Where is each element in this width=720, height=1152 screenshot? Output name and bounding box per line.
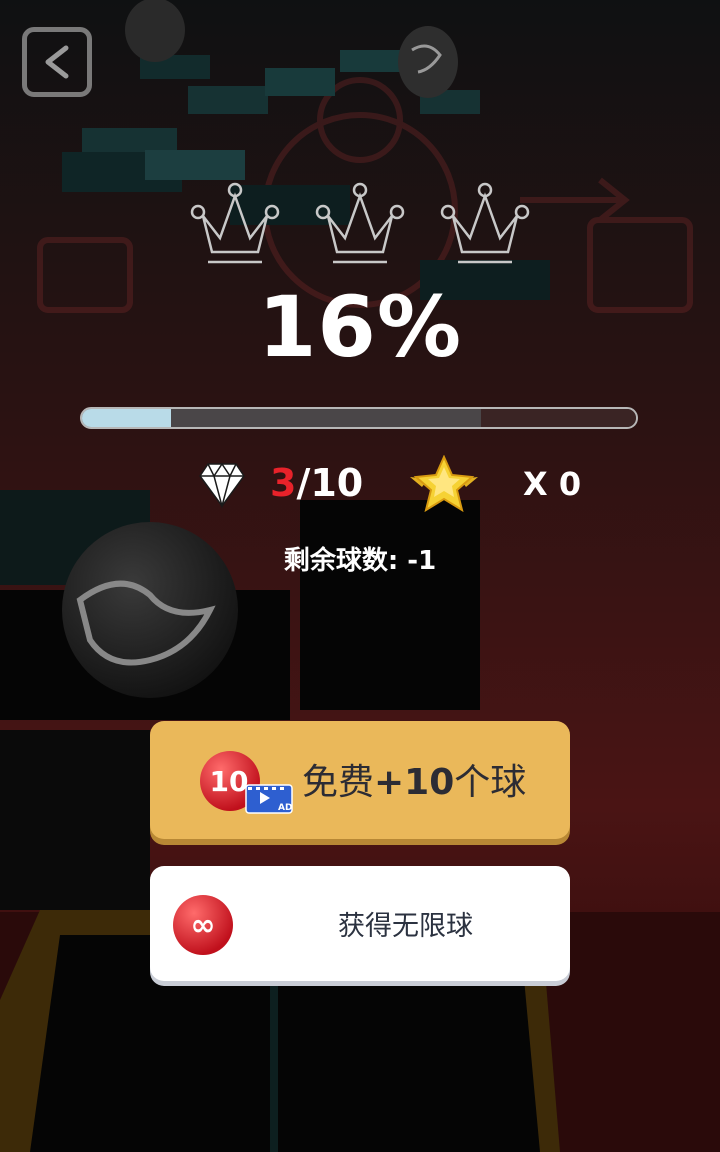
infinity-symbol: ∞ [191, 908, 216, 943]
unlimited-button-label: 获得无限球 [338, 911, 473, 942]
back-button[interactable] [22, 27, 92, 97]
free-prefix: 免费 [302, 762, 375, 803]
remaining-balls-text: 剩余球数: -1 [283, 546, 437, 576]
star-counter: X 0 [523, 465, 582, 503]
free-suffix: 个球 [454, 762, 527, 803]
progress-percent: 16% [257, 278, 463, 376]
free-amount: +10 [374, 762, 455, 803]
video-ad-icon: 10 AD [200, 751, 293, 814]
progress-bar-remaining [480, 409, 636, 427]
gem-counter: 3/10 [270, 461, 363, 505]
unlimited-balls-button[interactable]: ∞ 获得无限球 [150, 866, 570, 981]
free-button-label: 免费+10个球 [302, 753, 526, 805]
free-10-balls-button[interactable]: 10 AD 免费+10个球 [150, 721, 570, 839]
crown-rating [0, 182, 720, 272]
progress-bar [80, 407, 638, 429]
stats-row: 3/10 X 0 [0, 455, 720, 515]
diamond-icon [199, 462, 245, 509]
crown-outline-icon [190, 182, 280, 264]
back-arrow-icon [45, 45, 69, 79]
crown-outline-icon [440, 182, 530, 264]
ad-label: AD [278, 803, 292, 813]
gem-current: 3 [270, 461, 297, 505]
progress-bar-fill [82, 409, 171, 427]
free-badge-text: 10 [210, 765, 249, 798]
star-icon [410, 455, 478, 513]
infinity-icon: ∞ [173, 895, 233, 955]
crown-outline-icon [315, 182, 405, 264]
gem-total: /10 [296, 461, 364, 505]
